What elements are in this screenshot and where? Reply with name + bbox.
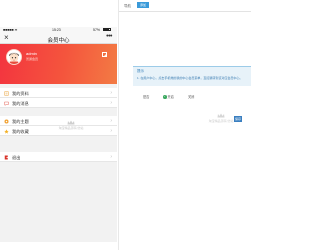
favorite-icon: [4, 128, 9, 134]
tip-box: 提示 1. 在用户中心，点击手机端的我的中心会员菜单，直接跳转到该对应会员中心。: [133, 66, 251, 86]
option-disabled-text: 关闭: [188, 95, 195, 99]
user-level: 普通会员: [26, 57, 39, 61]
divider: [119, 11, 251, 12]
save-button[interactable]: 保存: [234, 116, 242, 122]
crown-watermark-icon: [217, 113, 225, 118]
page-title: 会员中心: [47, 37, 70, 44]
profile-header: admin 普通会员: [0, 44, 117, 84]
menu-item-logout[interactable]: 退出 ›: [0, 152, 117, 162]
tip-text: 1. 在用户中心，点击手机端的我的中心会员菜单，直接跳转到该对应会员中心。: [137, 75, 243, 80]
option-label-text: 是否: [143, 95, 150, 99]
menu-label-favorites: 我的收藏: [12, 128, 29, 134]
menu-group-primary: 我的资料 › 我的消息 ›: [0, 88, 117, 108]
menu-item-messages[interactable]: 我的消息 ›: [0, 98, 117, 108]
option-enabled-text: 开启: [167, 95, 174, 99]
add-button[interactable]: 添加: [137, 2, 149, 8]
avatar[interactable]: [6, 49, 22, 65]
menu-label-logout: 退出: [12, 154, 21, 160]
tip-title: 提示: [137, 69, 144, 73]
web-admin-panel: 导航 添加 提示 1. 在用户中心，点击手机端的我的中心会员菜单，直接跳转到该对…: [118, 0, 251, 250]
chevron-right-icon: ›: [110, 118, 112, 124]
more-icon[interactable]: •••: [106, 33, 112, 40]
theme-icon: [4, 119, 9, 123]
chevron-right-icon: ›: [110, 154, 112, 160]
watermark: 淘宝精品源码 仿站: [56, 120, 86, 130]
message-icon: [4, 101, 9, 106]
nav-bar: × 会员中心 •••: [0, 32, 117, 44]
phone-panel: ■■■■■ ≋ 15:23 57% × 会员中心 ••• admin 普通会员: [0, 27, 117, 242]
user-name: admin: [26, 51, 37, 56]
option-group: 是否 ✓ 开启 关闭: [133, 92, 251, 102]
logout-icon: [4, 155, 9, 159]
battery-icon: [103, 28, 111, 31]
menu-label-messages: 我的消息: [12, 100, 29, 106]
edit-icon[interactable]: [102, 52, 107, 57]
chevron-right-icon: ›: [110, 128, 112, 134]
chevron-right-icon: ›: [110, 90, 112, 96]
crown-watermark-icon: [67, 120, 75, 125]
field-label: 导航: [124, 3, 131, 8]
check-icon: ✓: [163, 95, 167, 99]
profile-icon: [4, 90, 9, 96]
option-label: 是否: [143, 94, 149, 99]
menu-label-themes: 我的主题: [12, 118, 29, 124]
menu-label-profile: 我的资料: [12, 90, 29, 96]
option-disabled[interactable]: 关闭: [188, 94, 194, 99]
status-time: 15:23: [52, 27, 61, 32]
chevron-right-icon: ›: [110, 100, 112, 106]
menu-item-profile[interactable]: 我的资料 ›: [0, 88, 117, 98]
avatar-face-icon: [7, 50, 21, 64]
option-enabled[interactable]: ✓ 开启: [163, 94, 174, 99]
watermark-text: 淘宝精品源码 仿站: [58, 126, 84, 130]
carrier-signal: ■■■■■ ≋: [3, 27, 18, 32]
battery-percent: 57%: [93, 27, 101, 32]
menu-group-logout: 退出 ›: [0, 152, 117, 162]
